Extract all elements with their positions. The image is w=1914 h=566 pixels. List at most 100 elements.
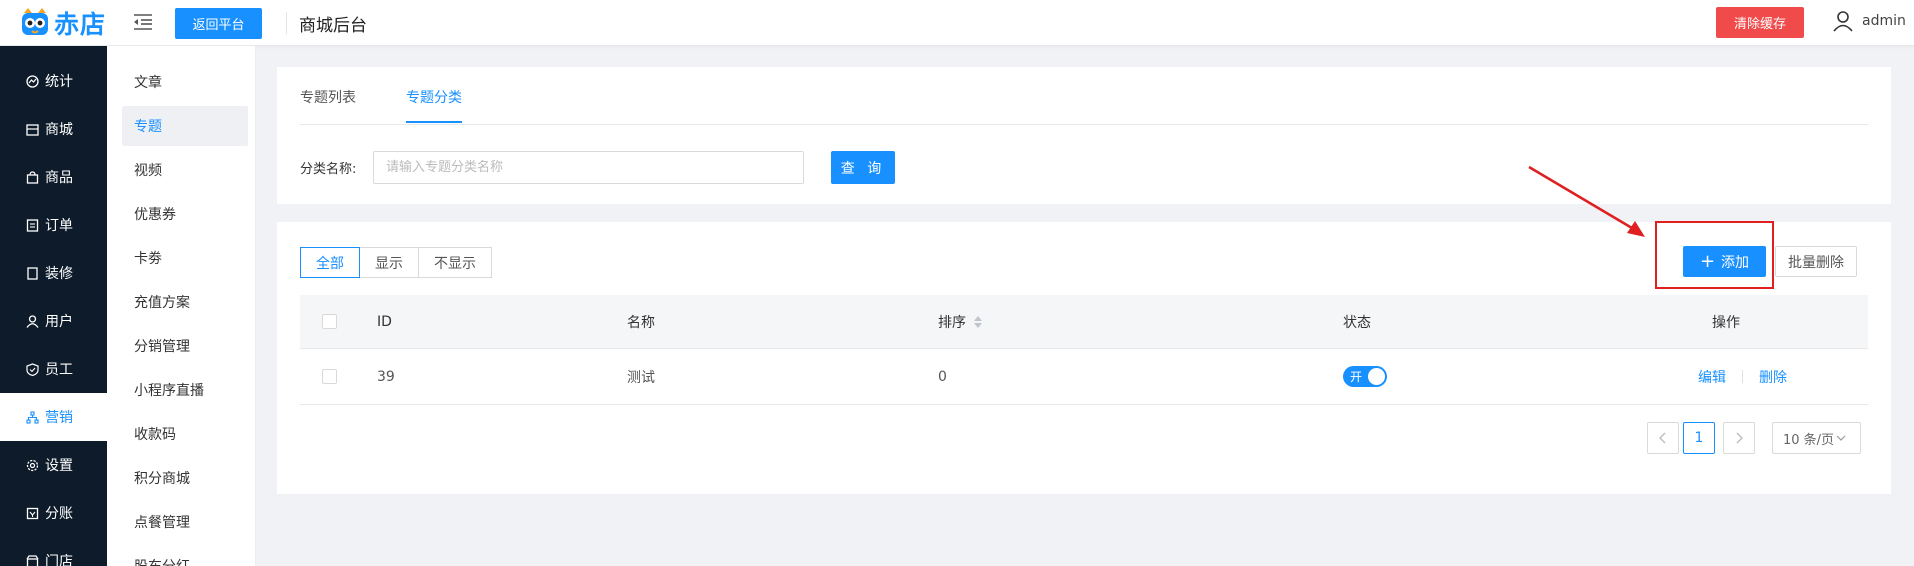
sidebar-item-label: 商城	[45, 122, 73, 138]
chevron-down-icon	[1836, 435, 1846, 441]
subnav-item-cards[interactable]: 卡劵	[122, 238, 248, 278]
filter-show-button[interactable]: 显示	[359, 247, 419, 278]
sidebar-item-label: 用户	[45, 314, 73, 330]
logo-mascot-icon	[22, 8, 48, 35]
clear-cache-button[interactable]: 清除缓存	[1716, 7, 1804, 38]
page-title: 商城后台	[299, 16, 367, 36]
page-icon	[25, 266, 39, 280]
sidebar-item-orders[interactable]: 订单	[0, 201, 107, 249]
header-divider	[286, 12, 287, 34]
sidebar-item-split[interactable]: 分账	[0, 489, 107, 537]
column-header-sort-label: 排序	[938, 314, 966, 331]
sidebar-item-label: 设置	[45, 458, 73, 474]
tab-topic-list[interactable]: 专题列表	[300, 87, 356, 121]
sidebar-item-label: 门店	[45, 554, 73, 566]
subnav-item-points-mall[interactable]: 积分商城	[122, 458, 248, 498]
batch-delete-button[interactable]: 批量删除	[1775, 246, 1857, 277]
subnav-item-dividends[interactable]: 股东分红	[122, 546, 248, 566]
subnav-item-coupons[interactable]: 优惠券	[122, 194, 248, 234]
cell-status: 开	[1343, 349, 1387, 404]
sidebar-item-users[interactable]: 用户	[0, 297, 107, 345]
next-page-button[interactable]	[1723, 422, 1755, 454]
sidebar-item-label: 营销	[45, 410, 73, 426]
column-header-sort[interactable]: 排序	[938, 295, 982, 348]
select-all-checkbox[interactable]	[322, 314, 337, 329]
subnav-item-articles[interactable]: 文章	[122, 62, 248, 102]
status-filter-group: 全部 显示 不显示	[300, 247, 492, 278]
page-button-current[interactable]: 1	[1683, 422, 1715, 454]
filter-all-button[interactable]: 全部	[300, 247, 360, 278]
gear-icon	[25, 458, 39, 472]
add-button[interactable]: + 添加	[1683, 246, 1766, 277]
column-header-status: 状态	[1343, 314, 1371, 331]
filter-hide-button[interactable]: 不显示	[418, 247, 492, 278]
tab-topic-category[interactable]: 专题分类	[406, 87, 462, 123]
chart-icon	[25, 74, 39, 88]
query-button[interactable]: 查 询	[831, 151, 895, 184]
category-name-input[interactable]	[373, 151, 804, 184]
primary-sidebar: 统计 商城 商品 订单 装修 用户 员工 营销 设置 分账 门店	[0, 46, 107, 566]
sidebar-item-label: 订单	[45, 218, 73, 234]
category-name-label: 分类名称:	[300, 162, 357, 177]
split-icon	[25, 506, 39, 520]
toggle-knob	[1368, 368, 1385, 385]
username[interactable]: admin	[1862, 13, 1906, 29]
cell-ops: 编辑 删除	[1698, 349, 1787, 404]
sidebar-item-settings[interactable]: 设置	[0, 441, 107, 489]
status-toggle[interactable]: 开	[1343, 366, 1387, 387]
sidebar-item-marketing[interactable]: 营销	[0, 393, 107, 441]
column-header-ops: 操作	[1712, 314, 1740, 331]
plus-icon: +	[1699, 250, 1716, 272]
sidebar-item-stores[interactable]: 门店	[0, 537, 107, 566]
sidebar-item-label: 员工	[45, 362, 73, 378]
table-card: 全部 显示 不显示 + 添加 批量删除 ID 名称 排序 状态 操作 39 测试…	[277, 221, 1891, 494]
sidebar-item-label: 分账	[45, 506, 73, 522]
page-size-value: 10 条/页	[1783, 432, 1835, 448]
prev-page-button[interactable]	[1647, 422, 1679, 454]
edit-link[interactable]: 编辑	[1698, 367, 1726, 387]
subnav-item-topics[interactable]: 专题	[122, 106, 248, 146]
secondary-sidebar: 文章 专题 视频 优惠券 卡劵 充值方案 分销管理 小程序直播 收款码 积分商城…	[107, 46, 256, 566]
row-select-cell	[322, 349, 337, 404]
subnav-item-recharge[interactable]: 充值方案	[122, 282, 248, 322]
sidebar-item-decor[interactable]: 装修	[0, 249, 107, 297]
sidebar-item-label: 装修	[45, 266, 73, 282]
column-header-id: ID	[377, 313, 392, 330]
store-icon	[25, 122, 39, 136]
logo[interactable]: 赤店	[20, 4, 106, 42]
sidebar-item-label: 商品	[45, 170, 73, 186]
subnav-item-ordering[interactable]: 点餐管理	[122, 502, 248, 542]
page-size-select[interactable]: 10 条/页	[1772, 422, 1861, 454]
sidebar-item-label: 统计	[45, 74, 73, 90]
select-all-cell	[322, 295, 337, 348]
menu-fold-icon[interactable]	[133, 13, 153, 31]
bag-icon	[25, 170, 39, 184]
back-to-platform-button[interactable]: 返回平台	[175, 8, 262, 39]
add-button-label: 添加	[1721, 254, 1750, 271]
sidebar-item-staff[interactable]: 员工	[0, 345, 107, 393]
subnav-item-qrcode[interactable]: 收款码	[122, 414, 248, 454]
user-icon	[25, 314, 39, 328]
sidebar-item-stats[interactable]: 统计	[0, 57, 107, 105]
shield-icon	[25, 362, 39, 376]
sidebar-item-mall[interactable]: 商城	[0, 105, 107, 153]
sort-caret-icon[interactable]	[974, 315, 982, 328]
annotation-arrow-icon	[1528, 165, 1645, 237]
table-row: 39 测试 0 开 编辑 删除	[300, 349, 1868, 405]
logo-text: 赤店	[54, 10, 107, 39]
subnav-item-distribution[interactable]: 分销管理	[122, 326, 248, 366]
subnav-item-live[interactable]: 小程序直播	[122, 370, 248, 410]
chevron-right-icon	[1736, 432, 1743, 444]
shop-icon	[25, 554, 39, 566]
list-icon	[25, 218, 39, 232]
delete-link[interactable]: 删除	[1759, 367, 1787, 387]
row-checkbox[interactable]	[322, 369, 337, 384]
sidebar-item-goods[interactable]: 商品	[0, 153, 107, 201]
cell-name: 测试	[627, 369, 655, 386]
network-icon	[25, 410, 39, 424]
cell-sort: 0	[938, 368, 947, 385]
ops-divider	[1742, 370, 1743, 383]
user-avatar-icon[interactable]	[1833, 10, 1853, 32]
subnav-item-videos[interactable]: 视频	[122, 150, 248, 190]
cell-id: 39	[377, 368, 395, 385]
